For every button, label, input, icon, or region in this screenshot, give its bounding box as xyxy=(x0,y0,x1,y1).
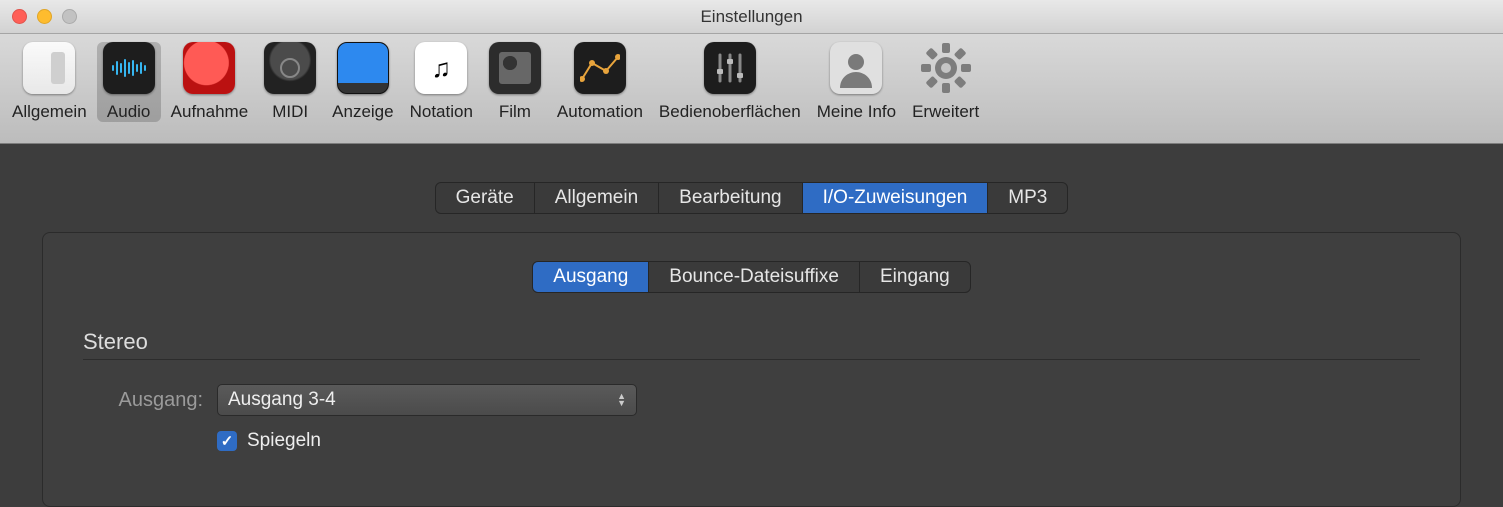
record-icon xyxy=(183,42,235,94)
toolbar-item-audio[interactable]: Audio xyxy=(97,42,161,122)
main-tabs: Geräte Allgemein Bearbeitung I/O-Zuweisu… xyxy=(435,182,1069,214)
toolbar-item-aufnahme[interactable]: Aufnahme xyxy=(165,42,255,122)
tab-geraete[interactable]: Geräte xyxy=(436,183,535,213)
score-icon: ♫ xyxy=(415,42,467,94)
subtab-ausgang[interactable]: Ausgang xyxy=(533,262,649,292)
traffic-lights xyxy=(0,9,77,24)
content-area: Geräte Allgemein Bearbeitung I/O-Zuweisu… xyxy=(0,144,1503,505)
tab-allgemein[interactable]: Allgemein xyxy=(535,183,659,213)
toolbar-label: Film xyxy=(499,102,531,122)
toolbar-item-notation[interactable]: ♫ Notation xyxy=(404,42,479,122)
toolbar-item-erweitert[interactable]: Erweitert xyxy=(906,42,985,122)
toolbar-label: Notation xyxy=(410,102,473,122)
toolbar-item-automation[interactable]: Automation xyxy=(551,42,649,122)
toolbar-label: Aufnahme xyxy=(171,102,249,122)
mirror-checkbox[interactable]: ✓ xyxy=(217,431,237,451)
midi-port-icon xyxy=(264,42,316,94)
toolbar-label: Audio xyxy=(107,102,150,122)
minimize-button[interactable] xyxy=(37,9,52,24)
toolbar-item-anzeige[interactable]: Anzeige xyxy=(326,42,399,122)
mirror-label: Spiegeln xyxy=(247,430,321,452)
window-title: Einstellungen xyxy=(0,7,1503,27)
toolbar-label: Meine Info xyxy=(817,102,896,122)
switch-icon xyxy=(23,42,75,94)
chevron-up-down-icon: ▲▼ xyxy=(617,393,626,407)
user-icon xyxy=(830,42,882,94)
subtab-bounce-suffix[interactable]: Bounce-Dateisuffixe xyxy=(649,262,860,292)
gear-icon xyxy=(920,42,972,94)
row-output: Ausgang: Ausgang 3-4 ▲▼ xyxy=(83,384,1420,416)
close-button[interactable] xyxy=(12,9,27,24)
section-title-stereo: Stereo xyxy=(83,329,1420,360)
row-mirror: ✓ Spiegeln xyxy=(83,430,1420,452)
output-popup[interactable]: Ausgang 3-4 ▲▼ xyxy=(217,384,637,416)
toolbar-item-bedienoberflaechen[interactable]: Bedienoberflächen xyxy=(653,42,807,122)
preferences-toolbar: Allgemein Audio Aufnahme xyxy=(0,34,1503,144)
toolbar-item-meine-info[interactable]: Meine Info xyxy=(811,42,902,122)
output-value: Ausgang 3-4 xyxy=(228,389,336,411)
toolbar-label: Automation xyxy=(557,102,643,122)
toolbar-item-allgemein[interactable]: Allgemein xyxy=(6,42,93,122)
waveform-icon xyxy=(103,42,155,94)
faders-icon xyxy=(704,42,756,94)
automation-icon xyxy=(574,42,626,94)
subtab-eingang[interactable]: Eingang xyxy=(860,262,970,292)
toolbar-label: Bedienoberflächen xyxy=(659,102,801,122)
sub-tabs: Ausgang Bounce-Dateisuffixe Eingang xyxy=(532,261,970,293)
display-icon xyxy=(337,42,389,94)
toolbar-item-midi[interactable]: MIDI xyxy=(258,42,322,122)
toolbar-item-film[interactable]: Film xyxy=(483,42,547,122)
window-titlebar: Einstellungen xyxy=(0,0,1503,34)
output-label: Ausgang: xyxy=(83,389,203,412)
zoom-button[interactable] xyxy=(62,9,77,24)
tab-mp3[interactable]: MP3 xyxy=(988,183,1067,213)
toolbar-label: Allgemein xyxy=(12,102,87,122)
toolbar-label: Anzeige xyxy=(332,102,393,122)
camera-icon xyxy=(489,42,541,94)
tab-bearbeitung[interactable]: Bearbeitung xyxy=(659,183,802,213)
io-panel: Ausgang Bounce-Dateisuffixe Eingang Ster… xyxy=(42,232,1461,507)
toolbar-label: MIDI xyxy=(272,102,308,122)
toolbar-label: Erweitert xyxy=(912,102,979,122)
tab-io-zuweisungen[interactable]: I/O-Zuweisungen xyxy=(803,183,989,213)
